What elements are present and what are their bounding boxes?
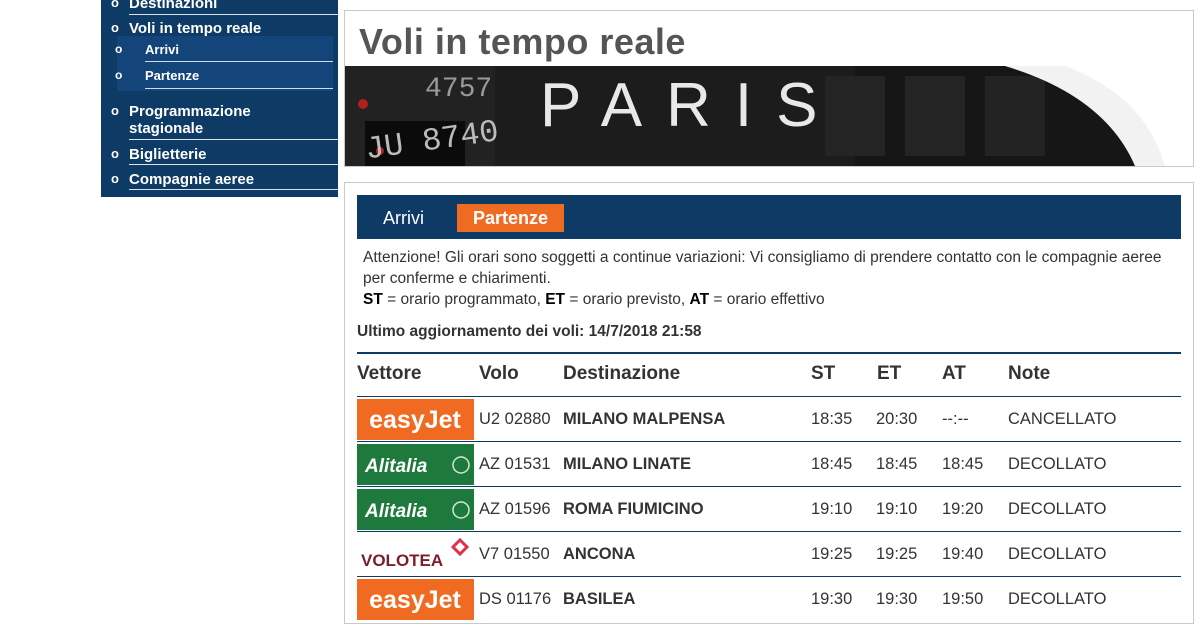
table-row: Alitalia AZ 01531 MILANO LINATE 18:45 18… xyxy=(357,441,1181,486)
flight-number: DS 01176 xyxy=(479,590,552,608)
col-header-st: ST xyxy=(811,363,836,384)
col-header-note: Note xyxy=(1008,363,1051,384)
time-at: 18:45 xyxy=(942,455,984,473)
last-update: Ultimo aggiornamento dei voli: 14/7/2018… xyxy=(357,323,702,340)
table-row: easyJet DS 01176 BASILEA 19:30 19:30 19:… xyxy=(357,576,1181,621)
time-at: 19:20 xyxy=(942,500,984,518)
sidebar-divider xyxy=(145,88,333,89)
easyjet-logo: easyJet xyxy=(357,579,474,620)
time-at: 19:40 xyxy=(942,545,984,563)
flight-status: DECOLLATO xyxy=(1008,455,1107,473)
tab-arrivi[interactable]: Arrivi xyxy=(367,204,440,232)
col-header-at: AT xyxy=(942,363,966,384)
svg-text:easyJet: easyJet xyxy=(369,586,461,614)
flight-tabs: Arrivi Partenze xyxy=(357,195,1181,239)
notice-warning: Attenzione! Gli orari sono soggetti a co… xyxy=(363,249,1162,287)
destination: ANCONA xyxy=(563,545,636,563)
time-et: 20:30 xyxy=(876,410,918,428)
bullet-icon: o xyxy=(111,146,119,161)
time-st: 19:30 xyxy=(811,590,853,608)
time-st: 19:25 xyxy=(811,545,853,563)
svg-text:Alitalia: Alitalia xyxy=(364,456,428,477)
time-at: --:-- xyxy=(942,410,969,428)
banner-image: PARIS JU 8740 4757 xyxy=(345,66,1193,166)
svg-text:VOLOTEA: VOLOTEA xyxy=(361,551,443,570)
volotea-logo: VOLOTEA xyxy=(357,534,474,575)
col-header-vettore: Vettore xyxy=(357,363,422,384)
bullet-icon: o xyxy=(111,103,119,118)
flight-number: V7 01550 xyxy=(479,545,550,563)
col-header-destinazione: Destinazione xyxy=(563,363,681,384)
time-st: 18:35 xyxy=(811,410,853,428)
col-header-volo: Volo xyxy=(479,363,519,384)
page-title: Voli in tempo reale xyxy=(359,21,686,62)
sidebar-nav: o Destinazioni o Voli in tempo reale o A… xyxy=(101,0,437,197)
time-et: 19:10 xyxy=(876,500,918,518)
header-panel: Voli in tempo reale PARIS JU 8740 4757 xyxy=(344,10,1194,167)
table-row: easyJet U2 02880 MILANO MALPENSA 18:35 2… xyxy=(357,396,1181,441)
destination: MILANO LINATE xyxy=(563,455,692,473)
flight-status: DECOLLATO xyxy=(1008,500,1107,518)
flight-number: U2 02880 xyxy=(479,410,551,428)
svg-text:Alitalia: Alitalia xyxy=(364,501,428,522)
time-et: 19:30 xyxy=(876,590,918,608)
time-at: 19:50 xyxy=(942,590,984,608)
destination: ROMA FIUMICINO xyxy=(563,500,704,518)
time-et: 18:45 xyxy=(876,455,918,473)
time-et: 19:25 xyxy=(876,545,918,563)
alitalia-logo: Alitalia xyxy=(357,489,474,530)
col-header-et: ET xyxy=(877,363,902,384)
destination: BASILEA xyxy=(563,590,636,608)
table-separator xyxy=(357,352,1181,354)
sidebar-divider xyxy=(145,61,333,62)
bullet-icon: o xyxy=(115,68,123,82)
bullet-icon: o xyxy=(111,171,119,186)
tab-partenze[interactable]: Partenze xyxy=(457,204,565,232)
destination: MILANO MALPENSA xyxy=(563,410,726,428)
table-row: Alitalia AZ 01596 ROMA FIUMICINO 19:10 1… xyxy=(357,486,1181,531)
flight-status: DECOLLATO xyxy=(1008,545,1107,563)
notice-legend: ST = orario programmato, ET = orario pre… xyxy=(363,291,825,308)
bullet-icon: o xyxy=(111,0,119,10)
time-st: 18:45 xyxy=(811,455,853,473)
notice-text: Attenzione! Gli orari sono soggetti a co… xyxy=(363,247,1163,310)
banner-paris-text: PARIS xyxy=(540,71,841,140)
easyjet-logo: easyJet xyxy=(357,399,474,440)
bullet-icon: o xyxy=(111,20,119,35)
svg-text:easyJet: easyJet xyxy=(369,406,461,434)
flight-number: AZ 01596 xyxy=(479,500,551,518)
flight-number: AZ 01531 xyxy=(479,455,551,473)
svg-text:4757: 4757 xyxy=(425,74,492,105)
time-st: 19:10 xyxy=(811,500,853,518)
alitalia-logo: Alitalia xyxy=(357,444,474,485)
flight-status: CANCELLATO xyxy=(1008,410,1117,428)
table-row: VOLOTEA V7 01550 ANCONA 19:25 19:25 19:4… xyxy=(357,531,1181,576)
flight-status: DECOLLATO xyxy=(1008,590,1107,608)
bullet-icon: o xyxy=(115,42,123,56)
flights-panel: Arrivi Partenze Attenzione! Gli orari so… xyxy=(344,182,1194,624)
